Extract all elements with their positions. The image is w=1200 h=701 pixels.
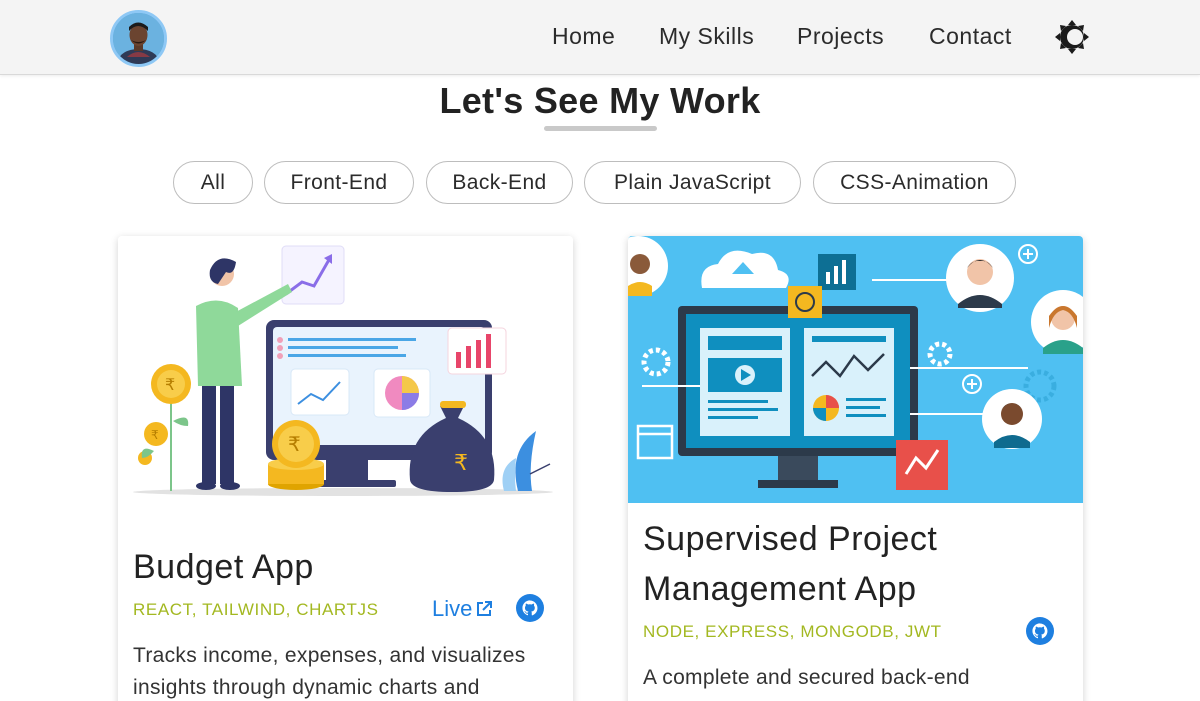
project-description: A complete and secured back-end bbox=[643, 666, 970, 689]
filter-back-end-button[interactable]: Back-End bbox=[426, 161, 573, 204]
github-icon[interactable] bbox=[516, 594, 544, 622]
nav-link-home[interactable]: Home bbox=[552, 23, 615, 50]
filter-css-animation-button[interactable]: CSS-Animation bbox=[813, 161, 1016, 204]
title-underline bbox=[544, 126, 657, 131]
theme-toggle-icon bbox=[1055, 20, 1089, 54]
nav-link-contact[interactable]: Contact bbox=[929, 23, 1012, 50]
github-icon[interactable] bbox=[1026, 617, 1054, 645]
budget-illustration: ₹ ₹ ₹ ₹ bbox=[118, 236, 573, 503]
svg-text:₹: ₹ bbox=[151, 428, 159, 442]
filter-all-button[interactable]: All bbox=[173, 161, 253, 204]
profile-photo bbox=[113, 13, 164, 64]
live-link-label: Live bbox=[432, 596, 473, 621]
project-card-supervised-pm-app: Supervised Project Management App NODE, … bbox=[628, 236, 1083, 701]
svg-text:₹: ₹ bbox=[454, 451, 468, 476]
svg-text:₹: ₹ bbox=[288, 432, 301, 456]
svg-text:₹: ₹ bbox=[165, 375, 175, 394]
nav-link-projects[interactable]: Projects bbox=[797, 23, 884, 50]
project-description: Tracks income, expenses, and visualizes … bbox=[133, 644, 526, 699]
project-card-budget-app: ₹ ₹ ₹ ₹ Budget App REACT, TAILWIND, CHAR… bbox=[118, 236, 573, 701]
project-tags: NODE, EXPRESS, MONGODB, JWT bbox=[643, 622, 942, 641]
project-title-line-1: Supervised Project bbox=[643, 520, 938, 558]
filter-plain-javascript-button[interactable]: Plain JavaScript bbox=[584, 161, 801, 204]
avatar[interactable] bbox=[110, 10, 167, 67]
project-tags: REACT, TAILWIND, CHARTJS bbox=[133, 600, 379, 619]
project-title: Budget App bbox=[133, 548, 314, 586]
section-title: Let's See My Work bbox=[439, 80, 761, 121]
filter-front-end-button[interactable]: Front-End bbox=[264, 161, 414, 204]
live-demo-link[interactable]: Live bbox=[432, 596, 493, 622]
navbar: Home My Skills Projects Contact bbox=[0, 0, 1200, 75]
theme-toggle-button[interactable] bbox=[1055, 20, 1089, 54]
external-link-icon bbox=[477, 601, 493, 616]
project-title-line-2: Management App bbox=[643, 570, 917, 608]
nav-link-my-skills[interactable]: My Skills bbox=[659, 23, 754, 50]
project-management-illustration bbox=[628, 236, 1083, 503]
